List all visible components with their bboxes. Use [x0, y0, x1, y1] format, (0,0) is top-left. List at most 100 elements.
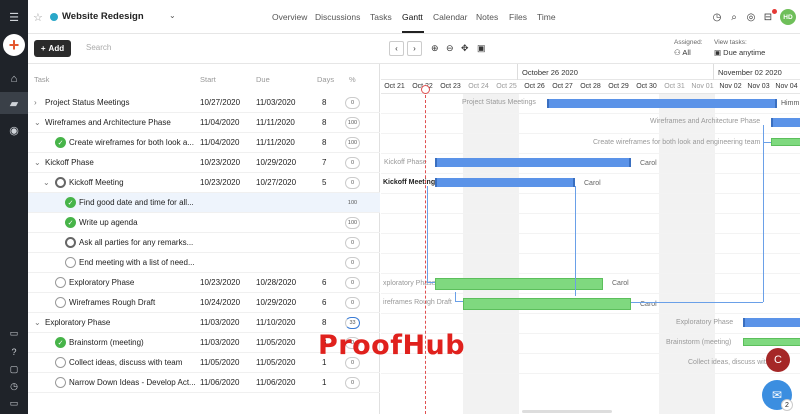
tab-overview[interactable]: Overview	[272, 12, 307, 22]
tab-notes[interactable]: Notes	[476, 12, 498, 22]
task-name[interactable]: Write up agenda	[79, 218, 138, 227]
table-row[interactable]: End meeting with a list of need... 0	[28, 253, 380, 273]
task-name[interactable]: Kickoff Meeting	[69, 178, 124, 187]
table-row[interactable]: Ask all parties for any remarks... 0	[28, 233, 380, 253]
days: 7	[322, 158, 327, 167]
check-icon[interactable]: ✓	[65, 217, 76, 228]
circle-icon[interactable]	[65, 257, 76, 268]
tab-calendar[interactable]: Calendar	[433, 12, 468, 22]
due-date: 11/05/2020	[256, 358, 296, 367]
task-name[interactable]: Wireframes Rough Draft	[69, 298, 155, 307]
check-icon[interactable]: ✓	[55, 137, 66, 148]
task-name[interactable]: Kickoff Phase	[45, 158, 94, 167]
in-progress-icon[interactable]	[65, 237, 76, 248]
gantt-bar[interactable]	[463, 298, 631, 310]
task-name[interactable]: End meeting with a list of need...	[79, 258, 195, 267]
view-tasks-filter[interactable]: ▣ Due anytime	[714, 48, 765, 57]
project-title[interactable]: Website Redesign	[62, 11, 144, 22]
task-name[interactable]: Find good date and time for all...	[79, 198, 194, 207]
start-date: 11/06/2020	[200, 378, 240, 387]
chevron-right-icon[interactable]: ›	[34, 98, 37, 107]
user-avatar-bubble[interactable]: C	[766, 348, 790, 372]
task-name[interactable]: Wireframes and Architecture Phase	[45, 118, 171, 127]
tab-time[interactable]: Time	[537, 12, 556, 22]
chevron-down-icon[interactable]: ⌄	[34, 318, 41, 327]
in-progress-icon[interactable]	[55, 177, 66, 188]
timer-icon[interactable]: ◷	[710, 10, 724, 24]
task-name[interactable]: Collect ideas, discuss with team	[69, 358, 182, 367]
projects-icon[interactable]: ▰	[0, 92, 28, 114]
watermark: ProofHub	[318, 330, 466, 361]
gantt-bar[interactable]	[435, 178, 575, 187]
gantt-bar[interactable]	[771, 118, 800, 127]
circle-icon[interactable]	[55, 357, 66, 368]
chevron-down-icon[interactable]: ⌄	[169, 11, 176, 20]
task-name[interactable]: Ask all parties for any remarks...	[79, 238, 193, 247]
grid-line	[381, 293, 800, 294]
table-row[interactable]: Exploratory Phase 10/23/2020 10/28/2020 …	[28, 273, 380, 293]
quick-add-button[interactable]: +	[3, 34, 25, 56]
horizontal-scrollbar[interactable]	[522, 410, 612, 413]
task-name[interactable]: Narrow Down Ideas - Develop Act...	[69, 378, 196, 387]
dependency-line	[455, 292, 463, 302]
table-row[interactable]: ✓ Create wireframes for both look a... 1…	[28, 133, 380, 153]
gantt-bar[interactable]	[771, 138, 800, 146]
home-icon[interactable]: ⌂	[0, 68, 28, 90]
table-row[interactable]: Narrow Down Ideas - Develop Act... 11/06…	[28, 373, 380, 393]
add-button[interactable]: + Add	[34, 40, 71, 57]
calendar-icon[interactable]: ▣	[477, 43, 486, 54]
task-name[interactable]: Project Status Meetings	[45, 98, 129, 107]
task-name[interactable]: Exploratory Phase	[45, 318, 110, 327]
menu-icon[interactable]: ☰	[0, 6, 28, 28]
search-input[interactable]: Search	[86, 43, 111, 52]
star-icon[interactable]: ☆	[33, 11, 43, 24]
chevron-down-icon[interactable]: ⌄	[34, 158, 41, 167]
globe-icon[interactable]: ◉	[0, 119, 28, 141]
table-row[interactable]: ⌄ Kickoff Meeting 10/23/2020 10/27/2020 …	[28, 173, 380, 193]
task-name[interactable]: Exploratory Phase	[69, 278, 134, 287]
table-row[interactable]: ✓ Find good date and time for all... 100	[28, 193, 380, 213]
table-row[interactable]: Wireframes Rough Draft 10/24/2020 10/29/…	[28, 293, 380, 313]
task-name[interactable]: Brainstorm (meeting)	[69, 338, 144, 347]
today-marker-pin[interactable]	[421, 85, 430, 94]
table-row[interactable]: ⌄ Kickoff Phase 10/23/2020 10/29/2020 7 …	[28, 153, 380, 173]
tab-tasks[interactable]: Tasks	[370, 12, 392, 22]
gantt-bar[interactable]	[435, 158, 631, 167]
avatar[interactable]: HD	[780, 9, 796, 25]
monitor-icon[interactable]: ▭	[0, 392, 28, 414]
search-icon[interactable]: ⌕	[727, 10, 741, 24]
bar-label: Brainstorm (meeting)	[666, 339, 732, 346]
next-button[interactable]: ›	[407, 41, 422, 56]
percent-badge: 0	[345, 177, 360, 189]
day-label: Nov 04	[775, 83, 798, 90]
tab-discussions[interactable]: Discussions	[315, 12, 360, 22]
gantt-bar[interactable]	[435, 278, 603, 290]
table-row[interactable]: › Project Status Meetings 10/27/2020 11/…	[28, 93, 380, 113]
table-row[interactable]: ✓ Write up agenda 100	[28, 213, 380, 233]
gantt-bar[interactable]	[743, 338, 800, 346]
days: 8	[322, 318, 327, 327]
check-icon[interactable]: ✓	[55, 337, 66, 348]
add-label: Add	[48, 44, 65, 53]
week-label: October 26 2020	[522, 68, 578, 77]
circle-icon[interactable]	[55, 297, 66, 308]
circle-icon[interactable]	[55, 377, 66, 388]
gantt-bar[interactable]	[743, 318, 800, 327]
percent-badge: 0	[345, 97, 360, 109]
chevron-down-icon[interactable]: ⌄	[34, 118, 41, 127]
circle-icon[interactable]	[55, 277, 66, 288]
tab-gantt[interactable]: Gantt	[402, 12, 423, 22]
activity-icon[interactable]: ◎	[744, 10, 758, 24]
move-icon[interactable]: ✥	[461, 43, 469, 54]
gantt-bar[interactable]	[547, 99, 777, 108]
chevron-down-icon[interactable]: ⌄	[43, 178, 50, 187]
assigned-filter[interactable]: ⚇ All	[674, 48, 691, 57]
task-name[interactable]: Create wireframes for both look a...	[69, 138, 194, 147]
assigned-label: Assigned:	[674, 39, 703, 46]
zoom-in-icon[interactable]: ⊕	[431, 43, 439, 54]
tab-files[interactable]: Files	[509, 12, 527, 22]
zoom-out-icon[interactable]: ⊖	[446, 43, 454, 54]
prev-button[interactable]: ‹	[389, 41, 404, 56]
table-row[interactable]: ⌄ Wireframes and Architecture Phase 11/0…	[28, 113, 380, 133]
check-icon[interactable]: ✓	[65, 197, 76, 208]
